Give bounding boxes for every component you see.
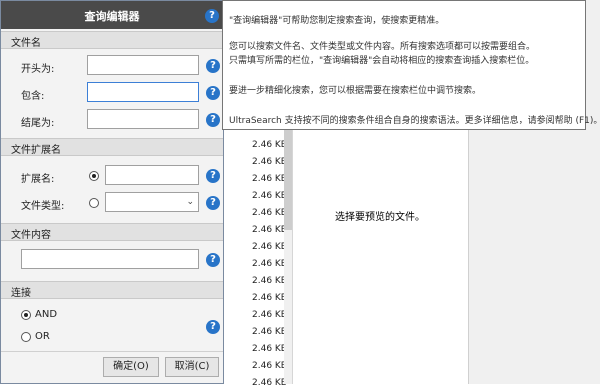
contains-input[interactable]: [87, 82, 199, 102]
dialog-title: 查询编辑器: [84, 10, 140, 23]
query-editor-dialog: 查询编辑器 ? 文件名 开头为: ? 包含: ? 结尾为: ? 文件扩展名 扩展…: [0, 0, 224, 384]
starts-with-label: 开头为:: [21, 64, 55, 75]
content-input[interactable]: [21, 249, 199, 269]
content-help-icon[interactable]: ?: [206, 253, 220, 267]
section-extension-label: 文件扩展名: [11, 145, 61, 156]
contains-help-icon[interactable]: ?: [206, 86, 220, 100]
connect-help-icon[interactable]: ?: [206, 320, 220, 334]
cancel-button[interactable]: 取消(C): [165, 357, 219, 377]
extension-radio[interactable]: [89, 171, 99, 181]
extension-label: 扩展名:: [21, 174, 55, 185]
section-content: 文件内容: [1, 223, 223, 241]
section-filename: 文件名: [1, 31, 223, 49]
preview-placeholder: 选择要预览的文件。: [335, 212, 425, 223]
ends-with-help-icon[interactable]: ?: [206, 113, 220, 127]
and-label[interactable]: AND: [35, 309, 57, 320]
and-radio[interactable]: [21, 310, 31, 320]
list-scrollbar-thumb[interactable]: [284, 130, 292, 230]
help-tooltip: "查询编辑器"可帮助您制定搜索查询，使搜索更精准。 您可以搜索文件名、文件类型或…: [222, 0, 600, 130]
or-radio[interactable]: [21, 332, 31, 342]
file-type-label: 文件类型:: [21, 201, 65, 212]
tooltip-line: 要进一步精细化搜索，您可以根据需要在搜索栏位中调节搜索。: [229, 86, 482, 96]
file-type-help-icon[interactable]: ?: [206, 196, 220, 210]
ends-with-input[interactable]: [87, 109, 199, 129]
section-connect-label: 连接: [11, 288, 31, 299]
starts-with-help-icon[interactable]: ?: [206, 59, 220, 73]
tooltip-line: UltraSearch 支持按不同的搜索条件组合自身的搜索语法。更多详细信息，请…: [229, 116, 600, 126]
section-content-label: 文件内容: [11, 230, 51, 241]
ok-button[interactable]: 确定(O): [103, 357, 159, 377]
tooltip-line: 您可以搜索文件名、文件类型或文件内容。所有搜索选项都可以按需要组合。: [229, 42, 536, 52]
extension-input[interactable]: [105, 165, 199, 185]
dialog-titlebar[interactable]: 查询编辑器 ?: [1, 1, 223, 29]
section-filename-label: 文件名: [11, 38, 41, 49]
button-divider: [1, 351, 223, 352]
ends-with-label: 结尾为:: [21, 118, 55, 129]
section-connect: 连接: [1, 281, 223, 299]
or-label[interactable]: OR: [35, 331, 50, 342]
tooltip-line: 只需填写所需的栏位，"查询编辑器"会自动将相应的搜索查询插入搜索栏位。: [229, 56, 535, 66]
file-type-select[interactable]: ⌄: [105, 192, 199, 212]
extension-help-icon[interactable]: ?: [206, 169, 220, 183]
chevron-down-icon[interactable]: ⌄: [186, 197, 194, 207]
section-extension: 文件扩展名: [1, 138, 223, 156]
tooltip-line: "查询编辑器"可帮助您制定搜索查询，使搜索更精准。: [229, 16, 445, 26]
starts-with-input[interactable]: [87, 55, 199, 75]
file-type-radio[interactable]: [89, 198, 99, 208]
contains-label: 包含:: [21, 91, 45, 102]
title-help-icon[interactable]: ?: [205, 9, 219, 23]
